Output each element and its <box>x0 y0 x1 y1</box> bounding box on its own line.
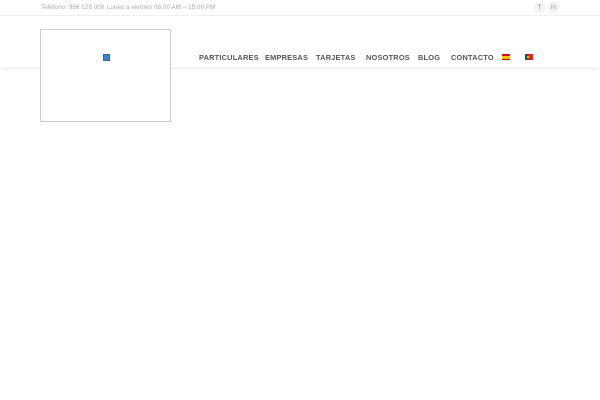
facebook-icon[interactable]: f <box>534 2 545 13</box>
linkedin-icon[interactable]: in <box>548 2 559 13</box>
nav-item-nosotros[interactable]: NOSOTROS <box>366 53 410 62</box>
nav-item-particulares[interactable]: PARTICULARES <box>199 53 259 62</box>
nav-item-blog[interactable]: BLOG <box>418 53 440 62</box>
nav-item-empresas[interactable]: EMPRESAS <box>265 53 308 62</box>
site-header: PARTICULARES EMPRESAS TARJETAS NOSOTROS … <box>0 16 600 122</box>
top-bar: Teléfono: 986 129 000 Lunes a viernes 08… <box>0 0 600 16</box>
spain-flag-stripe <box>502 55 510 59</box>
phone-info: Teléfono: 986 129 000 <box>41 4 105 11</box>
spain-flag-icon[interactable] <box>502 54 510 60</box>
nav-item-contacto[interactable]: CONTACTO <box>451 53 494 62</box>
portugal-flag-emblem <box>527 56 529 58</box>
logo-image-placeholder-icon <box>103 54 110 61</box>
nav-item-tarjetas[interactable]: TARJETAS <box>316 53 356 62</box>
opening-hours: Lunes a viernes 08:00 AM – 15:00 PM <box>107 4 216 11</box>
portugal-flag-icon[interactable] <box>525 54 533 60</box>
logo[interactable] <box>40 29 171 122</box>
